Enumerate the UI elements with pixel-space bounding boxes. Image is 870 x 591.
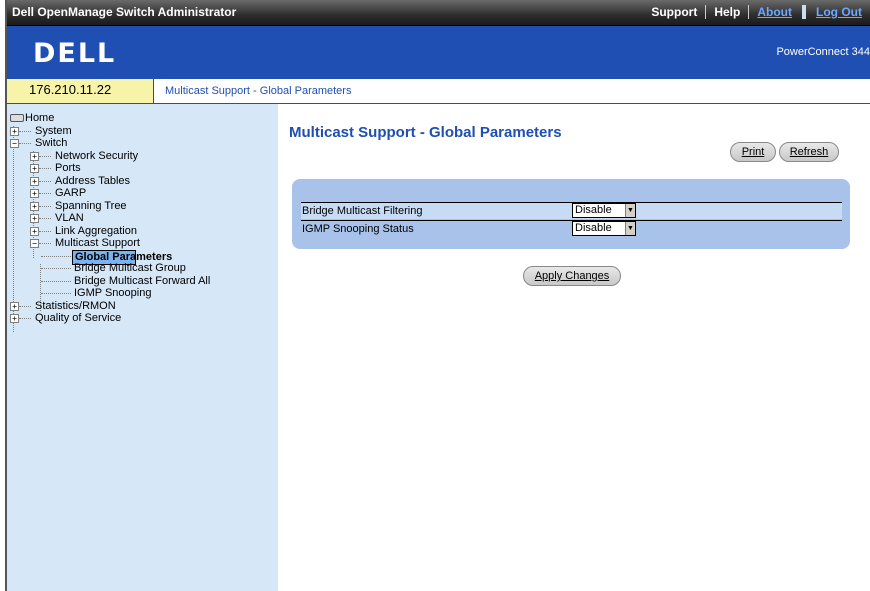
top-bar: Dell OpenManage Switch Administrator Sup…: [7, 0, 870, 26]
field-row-igmp-snooping-status: IGMP Snooping Status Disable ▼: [301, 220, 842, 237]
main-content: Multicast Support - Global Parameters Pr…: [278, 104, 870, 591]
expand-icon[interactable]: +: [30, 189, 39, 198]
breadcrumb-bar: 176.210.11.22 Multicast Support - Global…: [7, 79, 870, 104]
window-left-edge: [0, 0, 7, 591]
bridge-multicast-filtering-select[interactable]: Disable ▼: [572, 203, 636, 218]
igmp-snooping-status-select[interactable]: Disable ▼: [572, 221, 636, 236]
top-links: Support Help About Log Out: [643, 4, 870, 20]
expand-icon[interactable]: +: [10, 126, 19, 136]
breadcrumb[interactable]: Multicast Support - Global Parameters: [165, 85, 351, 97]
apply-changes-button[interactable]: Apply Changes: [523, 266, 621, 286]
expand-icon[interactable]: +: [30, 164, 39, 173]
sidebar-tree-panel: Home + System − Switch + Network Securit…: [7, 104, 278, 591]
expand-icon[interactable]: +: [30, 176, 39, 186]
brand-banner: DELL PowerConnect 344: [7, 26, 870, 79]
expand-icon[interactable]: +: [10, 301, 19, 311]
expand-icon[interactable]: +: [10, 314, 19, 323]
expand-icon[interactable]: +: [30, 214, 39, 223]
product-name: PowerConnect 344: [776, 46, 870, 58]
print-button[interactable]: Print: [730, 142, 776, 162]
dropdown-arrow-icon: ▼: [625, 222, 635, 235]
expand-icon[interactable]: +: [30, 151, 39, 161]
device-ip: 176.210.11.22: [7, 79, 154, 103]
page-title: Multicast Support - Global Parameters: [289, 124, 562, 141]
refresh-button[interactable]: Refresh: [779, 142, 839, 162]
bridge-multicast-filtering-value: Disable: [575, 204, 612, 216]
about-link[interactable]: About: [749, 5, 800, 19]
bridge-multicast-filtering-label: Bridge Multicast Filtering: [302, 205, 423, 217]
expand-icon[interactable]: +: [30, 226, 39, 236]
dell-logo: DELL: [33, 38, 117, 69]
divider: [802, 5, 807, 19]
app-title: Dell OpenManage Switch Administrator: [12, 5, 237, 19]
logout-link[interactable]: Log Out: [808, 5, 870, 19]
collapse-icon[interactable]: −: [30, 239, 39, 248]
parameters-panel: Bridge Multicast Filtering Disable ▼ IGM…: [292, 179, 850, 249]
field-row-bridge-multicast-filtering: Bridge Multicast Filtering Disable ▼: [301, 202, 842, 219]
igmp-snooping-status-label: IGMP Snooping Status: [302, 223, 414, 235]
igmp-snooping-status-value: Disable: [575, 222, 612, 234]
help-link[interactable]: Help: [706, 5, 748, 19]
dropdown-arrow-icon: ▼: [625, 204, 635, 217]
drive-icon: [10, 114, 24, 122]
collapse-icon[interactable]: −: [10, 139, 19, 148]
support-link[interactable]: Support: [643, 5, 705, 19]
expand-icon[interactable]: +: [30, 201, 39, 211]
